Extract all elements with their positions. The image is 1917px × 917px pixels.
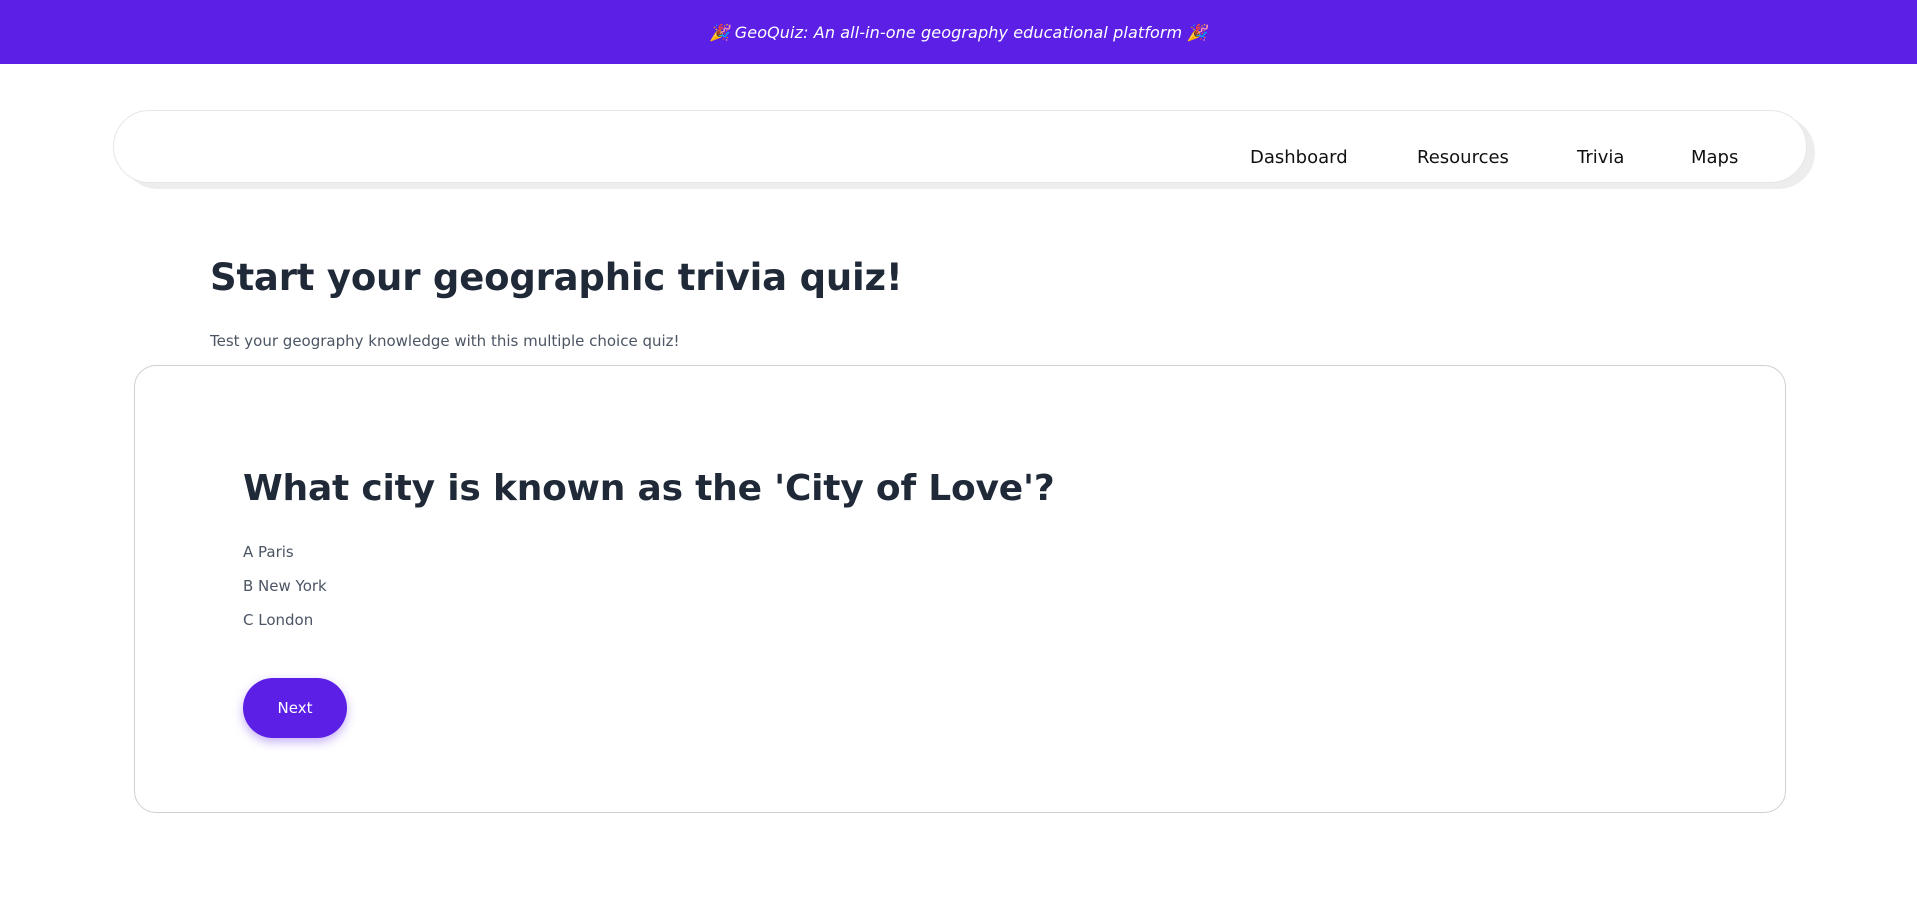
option-a[interactable]: A Paris [243,543,294,561]
banner-text: 🎉 GeoQuiz: An all-in-one geography educa… [709,22,1208,42]
nav-link-maps[interactable]: Maps [1691,147,1738,168]
quiz-question: What city is known as the 'City of Love'… [243,468,1055,509]
option-b[interactable]: B New York [243,577,327,595]
announcement-banner: 🎉 GeoQuiz: An all-in-one geography educa… [0,0,1917,64]
next-button[interactable]: Next [243,678,347,738]
page-title: Start your geographic trivia quiz! [210,256,903,299]
top-navbar: Dashboard Resources Trivia Maps [113,110,1807,183]
quiz-card: What city is known as the 'City of Love'… [134,365,1786,813]
option-c[interactable]: C London [243,611,313,629]
nav-link-resources[interactable]: Resources [1417,147,1509,168]
nav-link-trivia[interactable]: Trivia [1577,147,1624,168]
nav-link-dashboard[interactable]: Dashboard [1250,147,1348,168]
page-subtitle: Test your geography knowledge with this … [210,332,680,350]
